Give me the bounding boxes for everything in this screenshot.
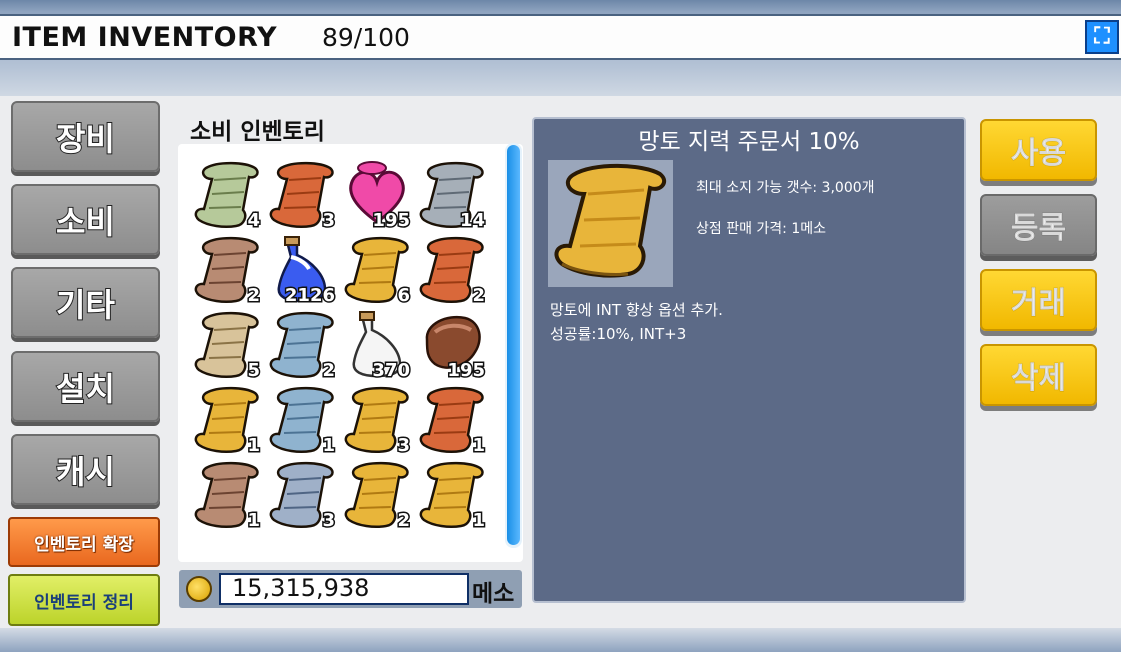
sort-inventory-button[interactable]: 인벤토리 정리 [8, 574, 160, 626]
tab-cash[interactable]: 캐시 [11, 434, 160, 505]
slot-count: 89/100 [322, 23, 410, 52]
item-quantity: 2 [246, 285, 261, 306]
tab-label: 소비 [55, 202, 116, 242]
meso-value: 15,315,938 [232, 574, 370, 602]
item-slot[interactable]: 3 [342, 385, 412, 456]
max-hold-text: 최대 소지 가능 갯수: 3,000개 [696, 180, 875, 196]
item-slot[interactable]: 5 [192, 310, 262, 381]
item-slot[interactable]: 195 [342, 160, 412, 231]
item-slot[interactable]: 3 [267, 460, 337, 531]
item-quantity: 3 [321, 210, 336, 231]
maximize-icon: ⛶ [1094, 24, 1110, 49]
section-title: 소비 인벤토리 [190, 119, 325, 145]
tab-etc[interactable]: 기타 [11, 267, 160, 338]
item-name: 망토 지력 주문서 10% [638, 129, 860, 155]
item-slot[interactable]: 2 [267, 310, 337, 381]
item-slot[interactable]: 1 [192, 460, 262, 531]
item-slot[interactable]: 2 [342, 460, 412, 531]
item-slot[interactable]: 1 [417, 385, 487, 456]
item-slot[interactable]: 195 [417, 310, 487, 381]
trade-button[interactable]: 거래 [980, 269, 1097, 331]
tab-label: 장비 [55, 119, 116, 159]
register-button[interactable]: 등록 [980, 194, 1097, 256]
item-quantity: 1 [246, 510, 261, 531]
item-slot[interactable]: 2126 [267, 235, 337, 306]
item-slot[interactable]: 4 [192, 160, 262, 231]
item-quantity: 2 [471, 285, 486, 306]
tab-equip[interactable]: 장비 [11, 101, 160, 172]
item-slot[interactable]: 2 [192, 235, 262, 306]
item-quantity: 2126 [283, 285, 336, 306]
delete-label: 삭제 [1010, 361, 1067, 397]
item-quantity: 1 [471, 435, 486, 456]
item-quantity: 2 [396, 510, 411, 531]
item-quantity: 370 [371, 360, 412, 381]
item-slot[interactable]: 3 [267, 160, 337, 231]
yellow-scroll-icon [554, 163, 667, 278]
item-slot[interactable]: 1 [192, 385, 262, 456]
item-slot[interactable]: 370 [342, 310, 412, 381]
use-label: 사용 [1010, 136, 1067, 172]
tab-label: 캐시 [55, 452, 116, 492]
sell-price-text: 상점 판매 가격: 1메소 [696, 221, 827, 237]
expand-inventory-button[interactable]: 인벤토리 확장 [8, 517, 160, 567]
bottom-band [0, 628, 1121, 652]
item-detail-icon-frame [548, 160, 673, 287]
meso-coin-icon [186, 576, 212, 602]
item-quantity: 4 [246, 210, 261, 231]
title-bar[interactable]: ITEM INVENTORY 89/100 ⛶ [0, 14, 1121, 60]
item-quantity: 6 [396, 285, 411, 306]
use-button[interactable]: 사용 [980, 119, 1097, 181]
item-quantity: 5 [246, 360, 261, 381]
tab-label: 기타 [55, 285, 116, 325]
item-quantity: 195 [446, 360, 487, 381]
item-quantity: 195 [371, 210, 412, 231]
register-label: 등록 [1010, 211, 1067, 247]
item-quantity: 1 [246, 435, 261, 456]
window-title: ITEM INVENTORY [12, 22, 277, 53]
maximize-button[interactable]: ⛶ [1085, 20, 1119, 54]
item-quantity: 3 [321, 510, 336, 531]
delete-button[interactable]: 삭제 [980, 344, 1097, 406]
tab-label: 설치 [55, 369, 116, 409]
tab-setup[interactable]: 설치 [11, 351, 160, 422]
tab-use[interactable]: 소비 [11, 184, 160, 255]
item-quantity: 3 [396, 435, 411, 456]
item-quantity: 1 [471, 510, 486, 531]
item-slot[interactable]: 14 [417, 160, 487, 231]
item-quantity: 14 [458, 210, 486, 231]
item-slot[interactable]: 1 [267, 385, 337, 456]
scrollbar-thumb[interactable] [507, 145, 520, 545]
meso-unit: 메소 [472, 581, 515, 607]
description-line: 망토에 INT 향상 옵션 추가. [550, 301, 723, 319]
description-line: 성공률:10%, INT+3 [550, 325, 687, 343]
item-quantity: 1 [321, 435, 336, 456]
item-quantity: 2 [321, 360, 336, 381]
trade-label: 거래 [1010, 286, 1067, 322]
sort-label: 인벤토리 정리 [34, 592, 134, 613]
item-slot[interactable]: 1 [417, 460, 487, 531]
expand-label: 인벤토리 확장 [34, 534, 134, 555]
item-slot[interactable]: 2 [417, 235, 487, 306]
item-slot[interactable]: 6 [342, 235, 412, 306]
